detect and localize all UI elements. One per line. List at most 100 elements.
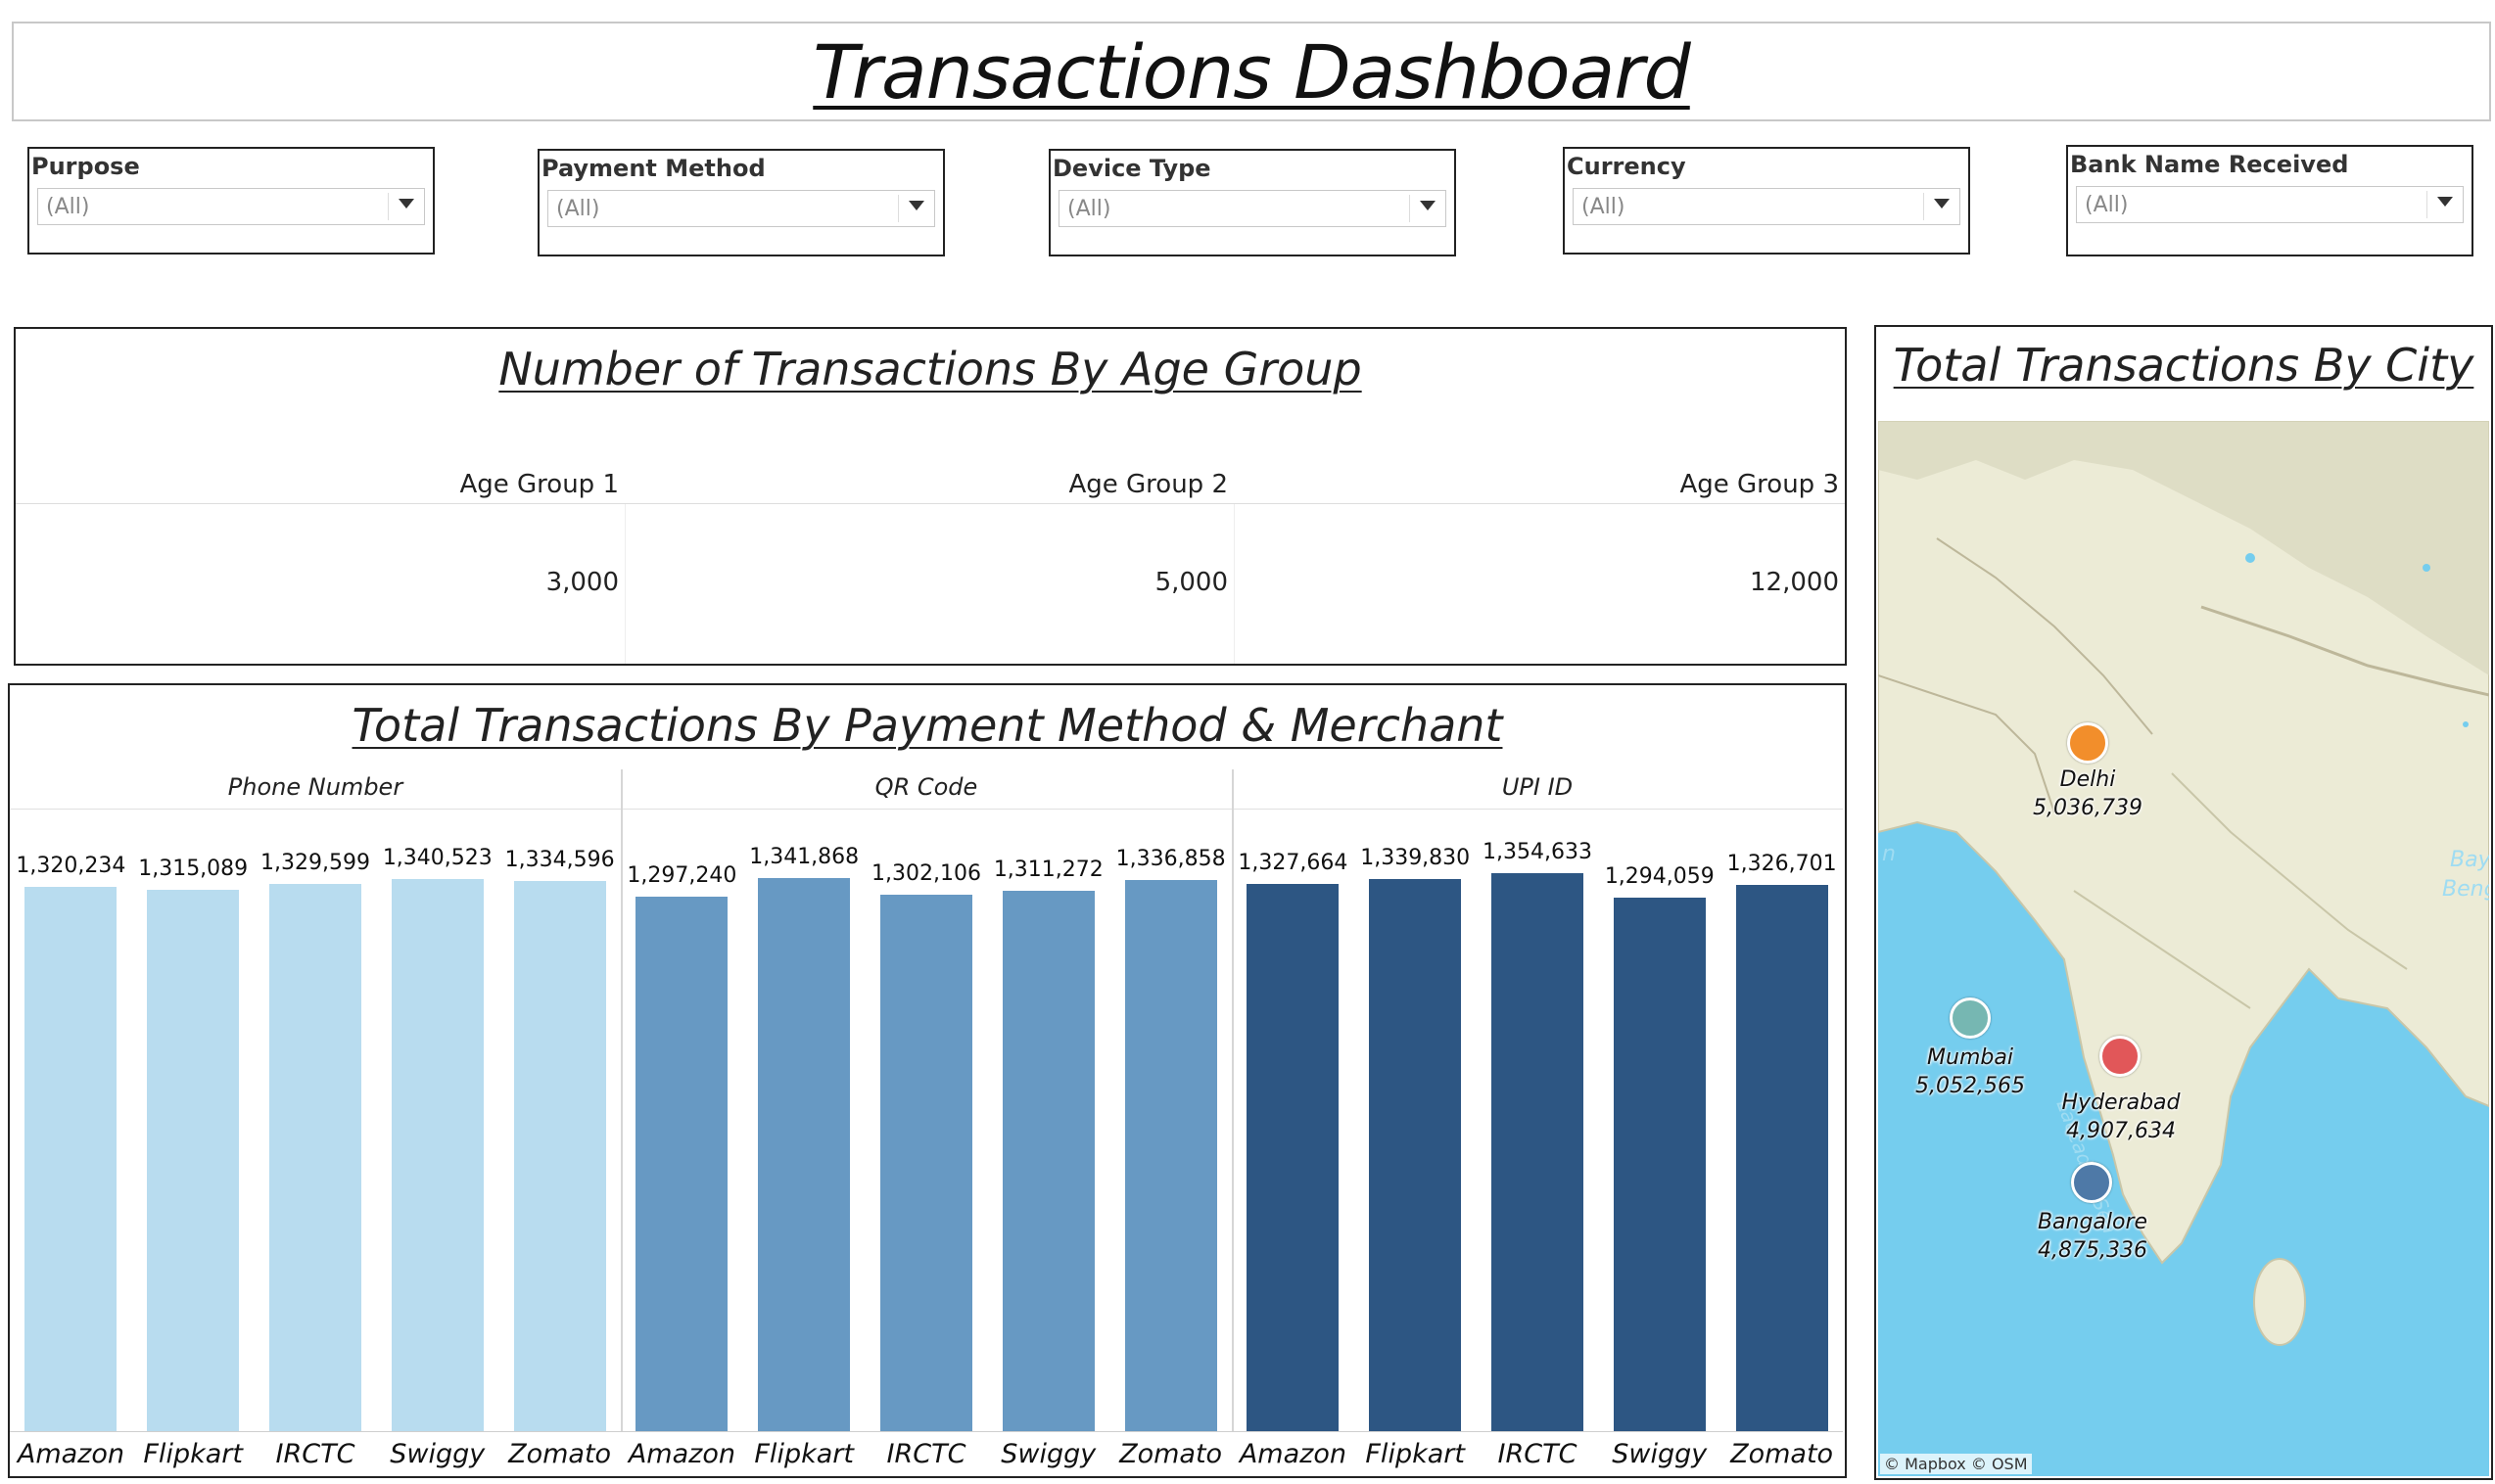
- bar-data-label: 1,311,272: [993, 858, 1104, 883]
- city-marker-hyderabad[interactable]: [2099, 1036, 2141, 1077]
- age-group-column: Age Group 3 12,000: [1234, 329, 1845, 664]
- map-base: [1878, 421, 2489, 1346]
- bar-data-label: 1,320,234: [16, 854, 126, 879]
- x-axis-label: Amazon: [628, 1439, 735, 1469]
- filter-label: Payment Method: [541, 155, 766, 182]
- dropdown-divider: [1409, 195, 1410, 222]
- map-title: Total Transactions By City: [1893, 339, 2474, 392]
- dropdown-divider: [898, 195, 899, 222]
- dropdown-divider: [388, 193, 389, 220]
- bar-qr-code-swiggy[interactable]: [1002, 891, 1095, 1431]
- panel-header-divider: [621, 809, 1232, 810]
- panel-header: UPI ID: [1501, 773, 1574, 801]
- filter-bank-name-dropdown[interactable]: (All): [2076, 186, 2464, 223]
- filter-value: (All): [1581, 195, 1625, 219]
- lake: [2245, 553, 2255, 563]
- bar-data-label: 1,334,596: [504, 848, 615, 873]
- bar-data-label: 1,329,599: [260, 850, 370, 875]
- bar-data-label: 1,315,089: [138, 856, 249, 881]
- bar-data-label: 1,336,858: [1115, 847, 1226, 872]
- bar-phone-number-amazon[interactable]: [24, 887, 118, 1431]
- bar-data-label: 1,326,701: [1726, 851, 1837, 876]
- city-label-bangalore: Bangalore 4,875,336: [2029, 1208, 2156, 1265]
- x-axis-label: Amazon: [17, 1439, 124, 1469]
- filter-payment-method: Payment Method (All): [538, 149, 945, 256]
- filter-value: (All): [1067, 197, 1111, 221]
- x-axis-label: Flipkart: [143, 1439, 243, 1469]
- city-value: 5,052,565: [1915, 1074, 2025, 1098]
- bar-data-label: 1,341,868: [749, 845, 860, 870]
- city-label-mumbai: Mumbai 5,052,565: [1911, 1043, 2029, 1100]
- bar-phone-number-irctc[interactable]: [269, 883, 361, 1431]
- bar-upi-id-flipkart[interactable]: [1369, 879, 1462, 1431]
- x-axis-label: IRCTC: [886, 1439, 966, 1469]
- chevron-down-icon[interactable]: [1934, 199, 1950, 209]
- column-header: Age Group 1: [459, 470, 619, 499]
- city-marker-bangalore[interactable]: [2071, 1162, 2112, 1203]
- bar-upi-id-irctc[interactable]: [1491, 873, 1583, 1431]
- x-axis-label: Flipkart: [754, 1439, 854, 1469]
- bar-data-label: 1,354,633: [1483, 840, 1592, 864]
- bar-data-label: 1,294,059: [1604, 864, 1715, 890]
- filter-value: (All): [556, 197, 600, 221]
- bar-phone-number-zomato[interactable]: [513, 881, 606, 1431]
- bar-data-label: 1,327,664: [1238, 851, 1348, 876]
- dropdown-divider: [2426, 191, 2427, 218]
- x-axis-label: Zomato: [1730, 1439, 1834, 1469]
- panel-header: Phone Number: [227, 773, 403, 801]
- filter-payment-method-dropdown[interactable]: (All): [547, 190, 935, 227]
- water-label: n: [1882, 842, 1896, 866]
- cell-value: 5,000: [1154, 568, 1228, 597]
- panel-header-divider: [10, 809, 621, 810]
- filter-device-type-dropdown[interactable]: (All): [1059, 190, 1446, 227]
- filter-value: (All): [2085, 193, 2129, 217]
- bar-data-label: 1,297,240: [627, 863, 737, 889]
- filter-purpose-dropdown[interactable]: (All): [37, 188, 425, 225]
- city-name: Delhi: [2059, 767, 2116, 792]
- column-header: Age Group 3: [1679, 470, 1839, 499]
- chevron-down-icon[interactable]: [1420, 201, 1436, 210]
- chevron-down-icon[interactable]: [2437, 197, 2453, 207]
- panel-header-divider: [1232, 809, 1843, 810]
- chevron-down-icon[interactable]: [909, 201, 924, 210]
- lake: [2463, 721, 2469, 727]
- filter-currency-dropdown[interactable]: (All): [1573, 188, 1960, 225]
- bar-qr-code-zomato[interactable]: [1124, 880, 1217, 1431]
- city-marker-delhi[interactable]: [2067, 722, 2108, 764]
- india-map[interactable]: Bay Beng n Laccadive Sea Delhi 5,036,739…: [1878, 421, 2489, 1476]
- filter-label: Purpose: [31, 153, 140, 180]
- bar-data-label: 1,302,106: [871, 861, 981, 887]
- filter-device-type: Device Type (All): [1049, 149, 1456, 256]
- sri-lanka: [2253, 1258, 2306, 1346]
- map-attribution[interactable]: © Mapbox © OSM: [1880, 1454, 2032, 1474]
- city-marker-mumbai[interactable]: [1950, 997, 1991, 1039]
- city-name: Mumbai: [1927, 1045, 2013, 1070]
- x-axis-line: [10, 1431, 1843, 1432]
- x-axis-label: IRCTC: [1497, 1439, 1577, 1469]
- filter-currency: Currency (All): [1563, 147, 1970, 255]
- lake: [2423, 564, 2430, 572]
- bar-upi-id-zomato[interactable]: [1735, 884, 1828, 1431]
- city-value: 5,036,739: [2033, 796, 2142, 820]
- filter-bank-name-received: Bank Name Received (All): [2066, 145, 2473, 256]
- x-axis-label: Swiggy: [1612, 1439, 1708, 1469]
- city-name: Bangalore: [2037, 1210, 2148, 1234]
- city-map-sheet: Total Transactions By City Bay Beng n La…: [1874, 325, 2493, 1480]
- chevron-down-icon[interactable]: [399, 199, 414, 209]
- bar-qr-code-irctc[interactable]: [880, 895, 972, 1431]
- age-group-column: Age Group 1 3,000: [16, 329, 625, 664]
- filter-purpose: Purpose (All): [27, 147, 435, 255]
- city-label-hyderabad: Hyderabad 4,907,634: [2057, 1089, 2185, 1145]
- bar-phone-number-flipkart[interactable]: [147, 889, 240, 1431]
- bar-chart-plot-area: Phone Number 1,320,234 Amazon 1,315,089 Flip…: [10, 769, 1845, 1476]
- x-axis-label: Amazon: [1239, 1439, 1346, 1469]
- dropdown-divider: [1923, 193, 1924, 220]
- dashboard-title-bar: Transactions Dashboard: [12, 22, 2491, 121]
- bar-chart-title: Total Transactions By Payment Method & M…: [352, 699, 1503, 752]
- city-label-delhi: Delhi 5,036,739: [2029, 765, 2146, 822]
- bar-qr-code-amazon[interactable]: [636, 897, 729, 1431]
- bar-upi-id-swiggy[interactable]: [1613, 898, 1706, 1431]
- bar-phone-number-swiggy[interactable]: [391, 878, 484, 1431]
- bar-upi-id-amazon[interactable]: [1247, 884, 1340, 1431]
- bar-qr-code-flipkart[interactable]: [758, 878, 851, 1431]
